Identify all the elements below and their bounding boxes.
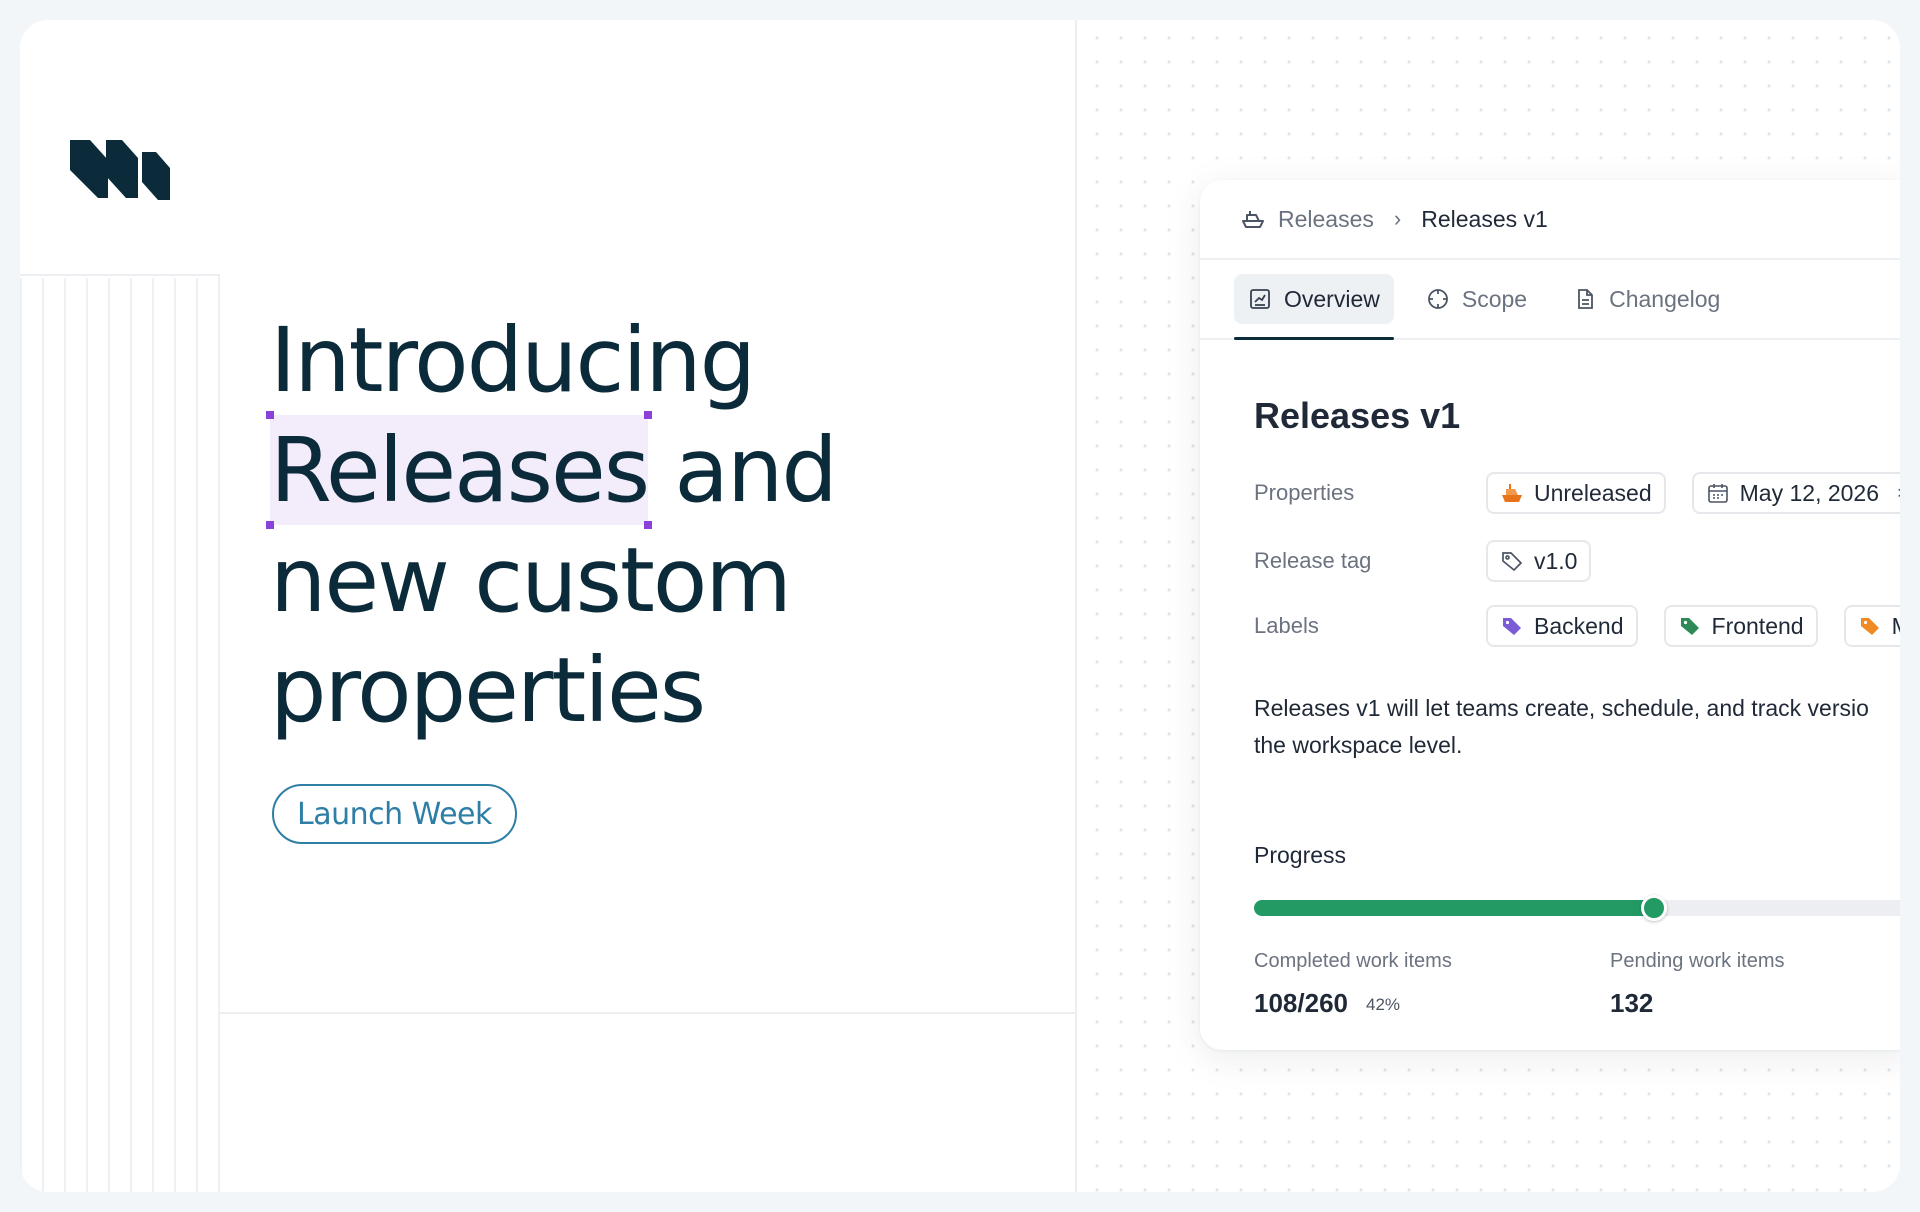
release-tag-row: Release tag v1.0 bbox=[1254, 540, 1617, 582]
description-line-2: the workspace level. bbox=[1254, 732, 1463, 758]
launch-week-pill[interactable]: Launch Week bbox=[272, 784, 517, 844]
progress-bar-fill bbox=[1254, 900, 1654, 916]
release-card: Releases › Releases v1 Overview Scope Ch… bbox=[1200, 180, 1900, 1050]
completed-label: Completed work items bbox=[1254, 950, 1452, 972]
breadcrumb-parent[interactable]: Releases bbox=[1278, 206, 1374, 233]
date-chip[interactable]: May 12, 2026 × bbox=[1691, 472, 1900, 514]
left-rail bbox=[20, 20, 220, 1192]
progress-label: Progress bbox=[1254, 842, 1347, 868]
ship-icon bbox=[1240, 206, 1266, 232]
selected-word-text: Releases bbox=[270, 418, 650, 522]
rail-stripes bbox=[20, 278, 220, 1192]
ship-icon bbox=[1502, 484, 1522, 502]
completed-percent: 42% bbox=[1366, 995, 1401, 1014]
headline-line-3: new custom bbox=[270, 528, 792, 632]
selection-handle[interactable] bbox=[266, 411, 274, 419]
selected-word[interactable]: Releases bbox=[266, 411, 653, 529]
close-icon[interactable]: × bbox=[1897, 483, 1900, 504]
pending-label: Pending work items bbox=[1610, 950, 1785, 972]
tab-overview-label: Overview bbox=[1284, 285, 1380, 312]
label-chip-mobile[interactable]: Mobile bbox=[1843, 605, 1900, 647]
calendar-icon bbox=[1707, 484, 1728, 503]
headline: Introducing Releases and new custom prop… bbox=[266, 305, 990, 745]
label-chip-frontend[interactable]: Frontend bbox=[1663, 605, 1818, 647]
tab-changelog[interactable]: Changelog bbox=[1559, 274, 1734, 324]
tab-changelog-label: Changelog bbox=[1609, 285, 1721, 312]
headline-line-4: properties bbox=[270, 638, 706, 742]
hero-divider bbox=[220, 1012, 1077, 1014]
completed-value: 108/260 bbox=[1254, 988, 1348, 1018]
progress-bar bbox=[1254, 895, 1900, 921]
label-name: Mobile bbox=[1892, 613, 1900, 640]
tab-bar: Overview Scope Changelog bbox=[1200, 260, 1900, 340]
brand-logo-icon bbox=[70, 140, 170, 200]
selection-handle[interactable] bbox=[644, 411, 653, 419]
labels-label: Labels bbox=[1254, 613, 1319, 638]
tab-scope[interactable]: Scope bbox=[1412, 274, 1541, 324]
chevron-right-icon: › bbox=[1393, 206, 1402, 231]
chart-icon bbox=[1250, 289, 1270, 309]
release-tag-chip[interactable]: v1.0 bbox=[1486, 540, 1592, 582]
description-line-1: Releases v1 will let teams create, sched… bbox=[1254, 695, 1869, 721]
progress-knob[interactable] bbox=[1641, 895, 1667, 921]
release-tag-label: Release tag bbox=[1254, 548, 1372, 573]
properties-row: Properties Unreleased May 12, 2026 × bbox=[1254, 472, 1900, 514]
page-frame: Introducing Releases and new custom prop… bbox=[20, 20, 1900, 1192]
document-icon bbox=[1578, 289, 1593, 309]
target-icon bbox=[1427, 289, 1448, 309]
headline-line-2-rest: and bbox=[648, 418, 837, 522]
label-name: Backend bbox=[1534, 612, 1624, 639]
pending-value: 132 bbox=[1610, 988, 1654, 1018]
selection-handle[interactable] bbox=[644, 521, 653, 529]
tag-icon bbox=[1860, 618, 1879, 635]
tag-icon bbox=[1503, 618, 1521, 635]
release-description: Releases v1 will let teams create, sched… bbox=[1254, 690, 1900, 764]
breadcrumb: Releases › Releases v1 bbox=[1200, 180, 1900, 260]
release-title: Releases v1 bbox=[1254, 395, 1461, 436]
headline-line-2: Releases and bbox=[266, 411, 990, 529]
status-chip[interactable]: Unreleased bbox=[1486, 472, 1666, 514]
labels-row: Labels Backend Frontend Mobile bbox=[1254, 605, 1900, 647]
selection-handle[interactable] bbox=[266, 521, 274, 529]
tab-scope-label: Scope bbox=[1461, 285, 1528, 312]
hero-panel: Introducing Releases and new custom prop… bbox=[220, 20, 1077, 1192]
date-value: May 12, 2026 bbox=[1739, 479, 1880, 506]
release-tag-value: v1.0 bbox=[1534, 547, 1578, 574]
breadcrumb-current: Releases v1 bbox=[1421, 205, 1548, 232]
label-name: Frontend bbox=[1711, 612, 1804, 639]
label-chip-backend[interactable]: Backend bbox=[1486, 605, 1638, 647]
tag-icon bbox=[1680, 618, 1699, 635]
properties-label: Properties bbox=[1254, 480, 1355, 505]
tab-overview[interactable]: Overview bbox=[1234, 274, 1394, 340]
logo-panel bbox=[20, 20, 220, 276]
headline-line-1: Introducing bbox=[270, 308, 756, 412]
tag-icon bbox=[1502, 552, 1523, 572]
status-value: Unreleased bbox=[1534, 479, 1652, 506]
